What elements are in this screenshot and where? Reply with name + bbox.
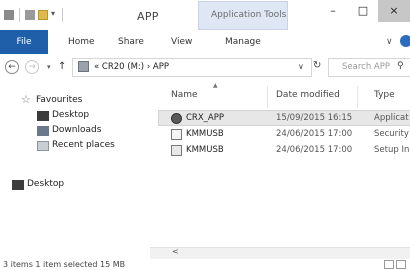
downloads-icon [37, 126, 49, 136]
breadcrumb-folder[interactable]: APP [153, 62, 169, 72]
tab-share[interactable]: Share [118, 37, 144, 47]
address-path[interactable]: « CR20 (M:) › APP [94, 62, 169, 72]
tab-view[interactable]: View [171, 37, 192, 47]
properties-icon[interactable] [25, 10, 35, 20]
file-name[interactable]: KMMUSB [186, 129, 224, 139]
file-name[interactable]: KMMUSB [186, 145, 224, 155]
title-separator [62, 8, 63, 22]
desktop-root-icon [12, 180, 24, 190]
nav-favourites[interactable]: Favourites [36, 95, 82, 105]
context-tab-title: Application Tools [211, 10, 287, 20]
security-file-icon [171, 129, 182, 140]
column-header-type[interactable]: Type [374, 90, 395, 100]
breadcrumb-overflow[interactable]: « [94, 62, 99, 72]
breadcrumb-separator: › [146, 62, 151, 72]
large-icons-view-icon[interactable] [396, 260, 406, 269]
drive-icon [78, 61, 89, 72]
file-type: Setup In [374, 145, 410, 155]
file-date: 24/06/2015 17:00 [276, 145, 353, 155]
ribbon-tabs [0, 30, 410, 56]
desktop-icon [37, 111, 49, 121]
column-header-date[interactable]: Date modified [276, 90, 340, 100]
search-icon[interactable]: ⚲ [397, 61, 404, 71]
close-button[interactable]: × [378, 0, 410, 22]
back-button[interactable]: ← [5, 60, 19, 74]
recent-locations-icon[interactable]: ▾ [47, 63, 51, 71]
tab-home[interactable]: Home [68, 37, 95, 47]
setup-file-icon [171, 145, 182, 156]
file-date: 24/06/2015 17:00 [276, 129, 353, 139]
file-type: Security [374, 129, 409, 139]
forward-button[interactable]: → [25, 60, 39, 74]
horizontal-scrollbar[interactable] [150, 247, 410, 259]
new-folder-icon[interactable] [38, 10, 48, 20]
title-separator [19, 8, 20, 22]
tab-manage[interactable]: Manage [225, 37, 261, 47]
column-header-name[interactable]: Name [171, 90, 198, 100]
recent-places-icon [37, 141, 49, 151]
refresh-icon[interactable]: ↻ [313, 60, 321, 71]
window-title: APP [137, 10, 159, 23]
app-icon [171, 113, 182, 124]
quick-access-dropdown-icon[interactable]: ▾ [51, 9, 55, 18]
up-button[interactable]: ↑ [58, 61, 66, 72]
file-type: Applicat [374, 113, 409, 123]
favourites-star-icon: ☆ [21, 93, 31, 106]
help-icon[interactable] [400, 35, 410, 47]
search-input[interactable]: Search APP [342, 62, 390, 72]
address-dropdown-icon[interactable]: ∨ [298, 62, 304, 71]
nav-item-desktop[interactable]: Desktop [52, 110, 89, 120]
column-divider[interactable] [267, 86, 268, 108]
nav-item-recent-places[interactable]: Recent places [52, 140, 115, 150]
sort-arrow-icon: ▲ [213, 82, 218, 89]
maximize-button[interactable]: □ [348, 0, 378, 22]
status-text: 3 items 1 item selected 15 MB [3, 260, 126, 269]
file-name[interactable]: CRX_APP [186, 113, 224, 123]
scroll-left-icon[interactable]: < [172, 247, 179, 256]
breadcrumb-drive[interactable]: CR20 (M:) [102, 62, 144, 72]
expand-ribbon-icon[interactable]: ∨ [386, 37, 393, 47]
window-icon[interactable] [4, 10, 14, 20]
nav-item-downloads[interactable]: Downloads [52, 125, 101, 135]
nav-desktop-root[interactable]: Desktop [27, 179, 64, 189]
minimize-button[interactable]: – [318, 0, 348, 22]
details-view-icon[interactable] [384, 260, 394, 269]
column-divider[interactable] [357, 86, 358, 108]
file-date: 15/09/2015 16:15 [276, 113, 353, 123]
tab-file[interactable]: File [0, 30, 48, 54]
